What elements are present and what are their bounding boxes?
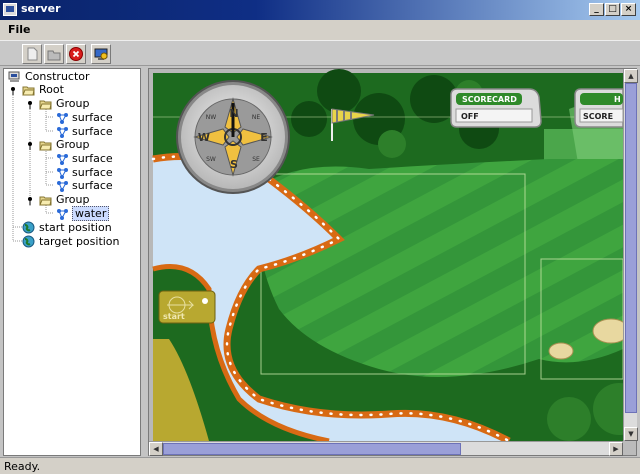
horizontal-scrollbar[interactable]: ◀ ▶ [149, 441, 623, 456]
compass-nw: NW [206, 114, 216, 121]
status-text: Ready. [4, 460, 41, 473]
tree-item-constructor[interactable]: Constructor [8, 70, 90, 83]
tree-item-target-position[interactable]: target position [22, 235, 120, 248]
tree-label: Group [56, 97, 90, 110]
tree-label: Root [39, 83, 64, 96]
toolbar [0, 40, 640, 66]
scroll-right-button[interactable]: ▶ [609, 442, 623, 456]
tree-item-group[interactable]: Group [39, 138, 90, 151]
tree-item-start-position[interactable]: start position [22, 221, 112, 234]
compass-sw: SW [206, 156, 216, 163]
statusbar: Ready. [0, 457, 640, 474]
tree-label: Group [56, 138, 90, 151]
tree-label: surface [72, 152, 113, 165]
tree-label: surface [72, 179, 113, 192]
tree-item-surface[interactable]: surface [56, 125, 113, 138]
compass-icon: N S E W NE NW SE SW [176, 80, 290, 194]
computer-icon [8, 71, 20, 82]
vertical-scroll-thumb[interactable] [625, 83, 637, 413]
folder-open-icon [22, 86, 35, 95]
window-title: server [21, 2, 61, 15]
compass-e: E [260, 131, 268, 144]
scroll-down-button[interactable]: ▼ [624, 427, 638, 441]
minimize-button[interactable]: _ [589, 3, 604, 16]
sand-bunker [592, 318, 623, 344]
tree-item-group[interactable]: Group [39, 97, 90, 110]
tree-label: surface [72, 166, 113, 179]
hole-score-panel[interactable]: H SCORE [574, 88, 623, 128]
surface-node-icon [57, 126, 68, 138]
vertical-scrollbar[interactable]: ▲ ▼ [623, 69, 638, 441]
tree-item-surface[interactable]: surface [56, 179, 113, 192]
tree-item-group[interactable]: Group [39, 193, 90, 206]
app-icon [3, 3, 17, 16]
maximize-button[interactable]: □ [605, 3, 620, 16]
tree-item-surface[interactable]: surface [56, 111, 113, 124]
new-button[interactable] [22, 44, 42, 64]
menubar: File [0, 20, 640, 40]
globe-icon [22, 235, 35, 248]
surface-node-icon [57, 208, 68, 220]
scroll-up-button[interactable]: ▲ [624, 69, 638, 83]
open-button[interactable] [44, 44, 64, 64]
menu-file[interactable]: File [8, 23, 31, 36]
hole-panel-label: H [614, 95, 621, 104]
start-label: start [163, 312, 185, 321]
scene-tree[interactable]: Constructor Root Group surface surface G… [3, 68, 141, 456]
compass-s: S [230, 158, 238, 171]
compass-ne: NE [252, 114, 260, 121]
stop-icon [69, 47, 83, 61]
surface-node-icon [57, 167, 68, 179]
folder-open-icon [39, 141, 52, 150]
course-view[interactable]: start N S E W NE NW SE SW SCORECARD OFF … [148, 68, 638, 456]
scorecard-label: SCORECARD [462, 95, 517, 104]
compass-se: SE [252, 156, 260, 163]
tree-label: surface [72, 125, 113, 138]
compass-w: W [198, 131, 210, 144]
tree-item-surface[interactable]: surface [56, 166, 113, 179]
scorecard-value: OFF [461, 112, 479, 121]
surface-node-icon [57, 112, 68, 124]
course-map: start N S E W NE NW SE SW SCORECARD OFF … [149, 69, 623, 441]
horizontal-scroll-thumb[interactable] [163, 443, 461, 455]
folder-icon [47, 50, 61, 61]
monitor-icon [94, 48, 108, 60]
tree-item-root[interactable]: Root [22, 83, 64, 96]
tree-item-water[interactable]: water [56, 206, 110, 221]
scorecard-toggle[interactable]: SCORECARD OFF [450, 88, 542, 128]
folder-open-icon [39, 100, 52, 109]
document-icon [27, 47, 38, 61]
globe-icon [22, 221, 35, 234]
tree-label: Group [56, 193, 90, 206]
surface-node-icon [57, 180, 68, 192]
tree-label: Constructor [25, 70, 90, 83]
hole-panel-value: SCORE [583, 112, 613, 121]
tree-item-surface[interactable]: surface [56, 152, 113, 165]
window-titlebar: server _ □ × [0, 0, 640, 20]
close-button[interactable]: × [621, 3, 636, 16]
tree-label-selected: water [72, 206, 110, 221]
golf-course-canvas[interactable]: start N S E W NE NW SE SW SCORECARD OFF … [149, 69, 623, 441]
folder-open-icon [39, 196, 52, 205]
compass-n: N [229, 107, 238, 120]
surface-node-icon [57, 153, 68, 165]
tree-label: target position [39, 235, 120, 248]
tree-label: start position [39, 221, 112, 234]
scroll-left-button[interactable]: ◀ [149, 442, 163, 456]
tree-label: surface [72, 111, 113, 124]
stop-button[interactable] [66, 44, 86, 64]
settings-button[interactable] [91, 44, 111, 64]
